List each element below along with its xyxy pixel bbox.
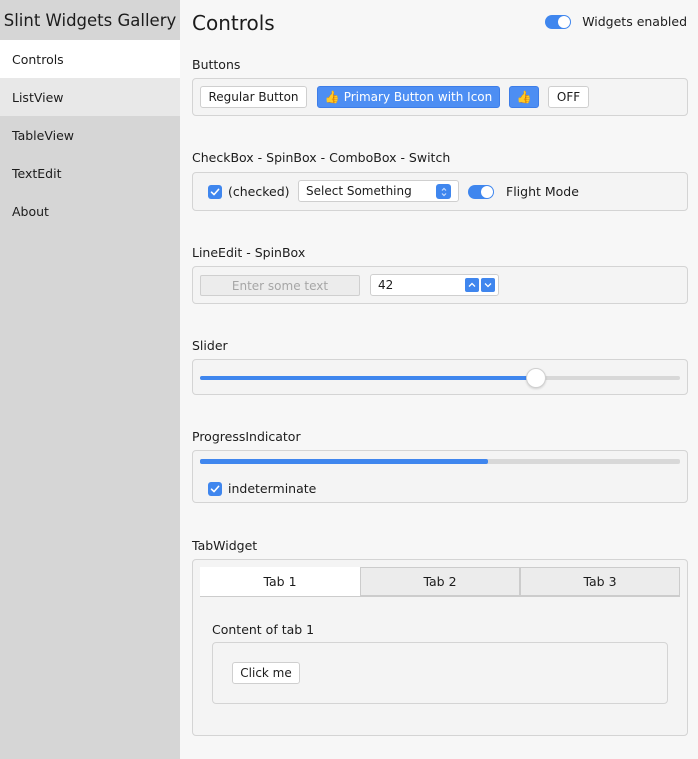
off-toggle-button[interactable]: OFF: [548, 86, 589, 108]
lineedit-group: 42: [192, 266, 688, 304]
combo-value: Select Something: [306, 184, 412, 198]
progress-group: indeterminate: [192, 450, 688, 503]
buttons-section-title: Buttons: [192, 57, 241, 72]
regular-button[interactable]: Regular Button: [200, 86, 307, 108]
slider-handle[interactable]: [526, 368, 546, 388]
sidebar-item-tableview[interactable]: TableView: [0, 116, 180, 154]
checkbox-label: (checked): [228, 184, 290, 199]
checkmark-icon: [210, 188, 220, 195]
flight-mode-switch[interactable]: Flight Mode: [468, 184, 579, 199]
sidebar-item-controls[interactable]: Controls: [0, 40, 180, 78]
widgets-enabled-switch[interactable]: [545, 14, 572, 29]
slider-section-title: Slider: [192, 338, 228, 353]
indeterminate-label: indeterminate: [228, 481, 317, 496]
thumbs-up-icon: 👍: [324, 90, 340, 104]
flight-mode-switch-track[interactable]: [468, 184, 494, 199]
tab-1[interactable]: Tab 1: [200, 567, 360, 596]
progress-fill: [200, 459, 488, 464]
spin-up-icon[interactable]: [465, 278, 479, 292]
primary-button[interactable]: 👍 Primary Button with Icon: [317, 86, 500, 108]
tab-content-box: Click me: [212, 642, 668, 704]
lineedit-section-title: LineEdit - SpinBox: [192, 245, 306, 260]
app-title: Slint Widgets Gallery: [3, 10, 177, 30]
click-me-button[interactable]: Click me: [232, 662, 300, 684]
combo-arrows-icon: [436, 184, 451, 199]
progress-section-title: ProgressIndicator: [192, 429, 301, 444]
slider-track[interactable]: [200, 376, 680, 380]
sidebar-item-listview[interactable]: ListView: [0, 78, 180, 116]
page-title: Controls: [192, 11, 275, 35]
tab-bar-divider: [200, 596, 680, 597]
sidebar: Slint Widgets Gallery Controls ListView …: [0, 0, 180, 759]
checkbox-group: (checked) Select Something Flight Mode: [192, 172, 688, 211]
flight-mode-label: Flight Mode: [506, 184, 579, 199]
icon-button[interactable]: 👍: [509, 86, 539, 108]
combo-box[interactable]: Select Something: [298, 180, 459, 202]
buttons-group: Regular Button 👍 Primary Button with Ico…: [192, 78, 688, 116]
tab-2[interactable]: Tab 2: [360, 567, 520, 596]
indeterminate-checkbox[interactable]: indeterminate: [208, 481, 316, 496]
text-input[interactable]: [200, 275, 360, 296]
primary-button-label: Primary Button with Icon: [343, 90, 493, 104]
thumbs-up-icon: 👍: [516, 90, 532, 104]
spinbox-value: 42: [378, 278, 394, 292]
checkbox-box[interactable]: [208, 184, 222, 199]
tab-content-label: Content of tab 1: [212, 622, 315, 637]
slider-group: [192, 359, 688, 395]
switch-knob: [481, 185, 493, 198]
tab-widget: Tab 1 Tab 2 Tab 3 Content of tab 1 Click…: [192, 559, 688, 736]
checkbox-section-title: CheckBox - SpinBox - ComboBox - Switch: [192, 150, 451, 165]
switch-knob: [558, 15, 571, 28]
checkbox-box[interactable]: [208, 481, 222, 496]
spin-box[interactable]: 42: [370, 274, 499, 296]
spin-down-icon[interactable]: [481, 278, 495, 292]
main-content: Controls Widgets enabled Buttons Regular…: [192, 0, 688, 759]
slider-fill: [200, 376, 536, 380]
progress-bar: [200, 459, 680, 464]
tab-section-title: TabWidget: [192, 538, 258, 553]
tab-3[interactable]: Tab 3: [520, 567, 680, 596]
checked-checkbox[interactable]: (checked): [208, 184, 290, 199]
widgets-enabled-toggle[interactable]: Widgets enabled: [545, 14, 687, 29]
sidebar-item-about[interactable]: About: [0, 192, 180, 230]
widgets-enabled-label: Widgets enabled: [582, 14, 687, 29]
checkmark-icon: [210, 485, 220, 492]
sidebar-item-textedit[interactable]: TextEdit: [0, 154, 180, 192]
